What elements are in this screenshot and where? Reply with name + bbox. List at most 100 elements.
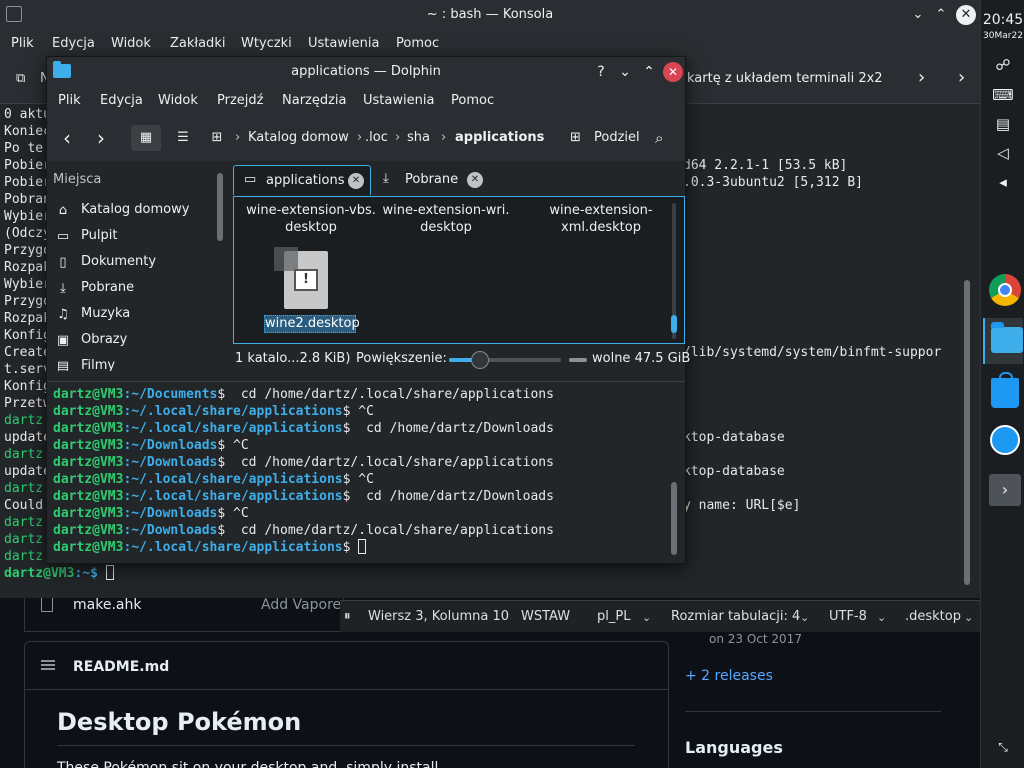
breadcrumb-home[interactable]: Katalog domow	[248, 125, 349, 151]
search-icon[interactable]: ⌕	[655, 125, 663, 151]
menu-item[interactable]: Wtyczki	[241, 36, 292, 51]
menu-item[interactable]: Ustawienia	[363, 93, 434, 108]
scrollbar-thumb[interactable]	[671, 315, 677, 333]
menu-item[interactable]: Przejdź	[217, 93, 263, 108]
dolphin-titlebar[interactable]: applications — Dolphin ? ⌄ ⌃ ✕	[47, 57, 685, 87]
file-view-scrollbar[interactable]	[671, 203, 677, 339]
icon-view-icon[interactable]: ▦	[131, 125, 161, 151]
close-tab-icon[interactable]: ✕	[467, 172, 483, 188]
file-item[interactable]: wine-extension-vbs. desktop	[244, 202, 378, 236]
close-icon[interactable]: ✕	[663, 62, 683, 82]
menu-item[interactable]: Pomoc	[451, 93, 494, 108]
menu-item[interactable]: Edycja	[100, 93, 143, 108]
chevron-down-icon[interactable]: ⌄	[964, 611, 973, 624]
menu-item[interactable]: Widok	[111, 36, 151, 51]
breadcrumb-share[interactable]: sha	[407, 125, 430, 151]
menu-item[interactable]: Zakładki	[170, 36, 225, 51]
encoding[interactable]: UTF-8	[829, 609, 867, 624]
chevron-down-icon[interactable]: ⌄	[642, 611, 651, 624]
menu-item[interactable]: Plik	[58, 93, 81, 108]
task-dolphin[interactable]	[983, 318, 1023, 364]
close-icon[interactable]: ✕	[956, 5, 976, 25]
help-icon[interactable]: ?	[591, 62, 611, 82]
minimize-icon[interactable]: ⌄	[615, 62, 635, 82]
file-item[interactable]: wine-extension-wri. desktop	[379, 202, 513, 236]
selected-file-label[interactable]: wine2.desktop	[264, 315, 360, 333]
scrollbar-thumb[interactable]	[964, 280, 970, 585]
clock-time[interactable]: 20:45	[981, 12, 1024, 28]
task-more[interactable]: ›	[983, 468, 1023, 514]
clipboard-icon[interactable]: ▤	[981, 115, 1024, 133]
place-pictures[interactable]: ▣ Obrazy	[55, 328, 225, 354]
compact-view-icon[interactable]: ☰	[171, 125, 195, 151]
terminal-line: Rozpak	[4, 311, 51, 326]
chevron-right-icon[interactable]: ›	[958, 67, 965, 88]
task-chrome[interactable]	[983, 268, 1023, 314]
breadcrumb-local[interactable]: .loc	[365, 125, 388, 151]
kde-connect-tray-icon[interactable]: ☍	[981, 56, 1024, 74]
task-kde-connect[interactable]	[983, 418, 1023, 464]
terminal-scrollbar[interactable]	[671, 387, 677, 555]
scrollbar-thumb[interactable]	[671, 482, 677, 555]
desktop-file-icon[interactable]	[274, 247, 328, 309]
split-button[interactable]: Podziel	[594, 125, 640, 151]
maximize-icon[interactable]: ⌃	[931, 5, 951, 25]
list-icon[interactable]	[41, 660, 55, 670]
split-icon[interactable]: ⊞	[570, 125, 581, 151]
split-layout-button[interactable]: kartę z układem terminali 2x2	[687, 71, 883, 86]
tab-downloads[interactable]: ⤓ Pobrane ✕	[375, 165, 491, 195]
close-tab-icon[interactable]: ✕	[348, 173, 364, 189]
place-home[interactable]: ⌂ Katalog domowy	[55, 198, 225, 224]
kate-doc-icon[interactable]: ⏸	[344, 609, 351, 624]
chevron-down-icon[interactable]: ⌄	[800, 611, 809, 624]
place-downloads[interactable]: ⤓ Pobrane	[55, 276, 225, 302]
menu-item[interactable]: Narzędzia	[282, 93, 347, 108]
menu-item[interactable]: Pomoc	[396, 36, 439, 51]
places-scrollbar[interactable]	[217, 173, 223, 241]
readme-header: README.md	[25, 642, 668, 690]
terminal-line: dartz@VM3:~/.local/share/applications$ ^…	[53, 404, 374, 419]
task-discover[interactable]	[983, 370, 1023, 416]
minimize-icon[interactable]: ⌄	[908, 5, 928, 25]
tab-applications[interactable]: ▭ applications ✕	[233, 165, 371, 195]
maximize-icon[interactable]: ⌃	[639, 62, 659, 82]
menu-item[interactable]: Plik	[11, 36, 34, 51]
menu-item[interactable]: Widok	[158, 93, 198, 108]
terminal-line: Wybier	[4, 277, 51, 292]
konsole-titlebar[interactable]: ~ : bash — Konsola ⌄ ⌃ ✕	[0, 0, 980, 30]
dolphin-terminal-panel[interactable]: dartz@VM3:~/Documents$ cd /home/dartz/.l…	[47, 381, 685, 563]
tab-size[interactable]: Rozmiar tabulacji: 4	[671, 609, 800, 624]
place-music[interactable]: ♫ Muzyka	[55, 302, 225, 328]
clock-date[interactable]: 30Mar22	[981, 31, 1024, 41]
keyboard-icon[interactable]: ⌨	[981, 86, 1024, 104]
zoom-slider-handle[interactable]	[471, 351, 489, 369]
chevron-down-icon[interactable]: ⌄	[877, 611, 886, 624]
resize-icon[interactable]: ⤡	[981, 740, 1024, 755]
place-desktop[interactable]: ▭ Pulpit	[55, 224, 225, 250]
menu-item[interactable]: Ustawienia	[308, 36, 379, 51]
tray-expand-icon[interactable]: ◂	[981, 173, 1024, 191]
terminal-line: Wybier	[4, 209, 51, 224]
menu-item[interactable]: Edycja	[52, 36, 95, 51]
cursor-position[interactable]: Wiersz 3, Kolumna 10	[368, 609, 509, 624]
languages-heading: Languages	[685, 738, 783, 757]
place-videos[interactable]: ▤ Filmy	[55, 354, 225, 371]
tree-view-icon[interactable]: ⊞	[205, 125, 229, 151]
place-documents[interactable]: ▯ Dokumenty	[55, 250, 225, 276]
forward-icon[interactable]: ›	[97, 125, 105, 151]
chevron-right-icon[interactable]: ›	[918, 67, 925, 88]
volume-muted-icon[interactable]: ◁	[981, 144, 1024, 162]
file-type[interactable]: .desktop	[905, 609, 961, 624]
input-mode[interactable]: WSTAW	[521, 609, 570, 624]
back-icon[interactable]: ‹	[63, 125, 71, 151]
github-file-name[interactable]: make.ahk	[73, 597, 141, 613]
file-view[interactable]: wine-extension-vbs. desktop wine-extensio…	[233, 196, 685, 344]
file-item[interactable]: wine-extension-xml.desktop	[534, 202, 668, 236]
breadcrumb-current[interactable]: applications	[455, 125, 544, 151]
spellcheck-language[interactable]: pl_PL	[597, 609, 630, 624]
new-tab-icon[interactable]: ⧉	[16, 71, 25, 86]
terminal-line: d64 2.2.1-1 [53.5 kB]	[683, 158, 848, 173]
konsole-scrollbar[interactable]	[962, 110, 972, 590]
releases-link[interactable]: + 2 releases	[685, 668, 773, 684]
terminal-cursor	[105, 565, 114, 580]
